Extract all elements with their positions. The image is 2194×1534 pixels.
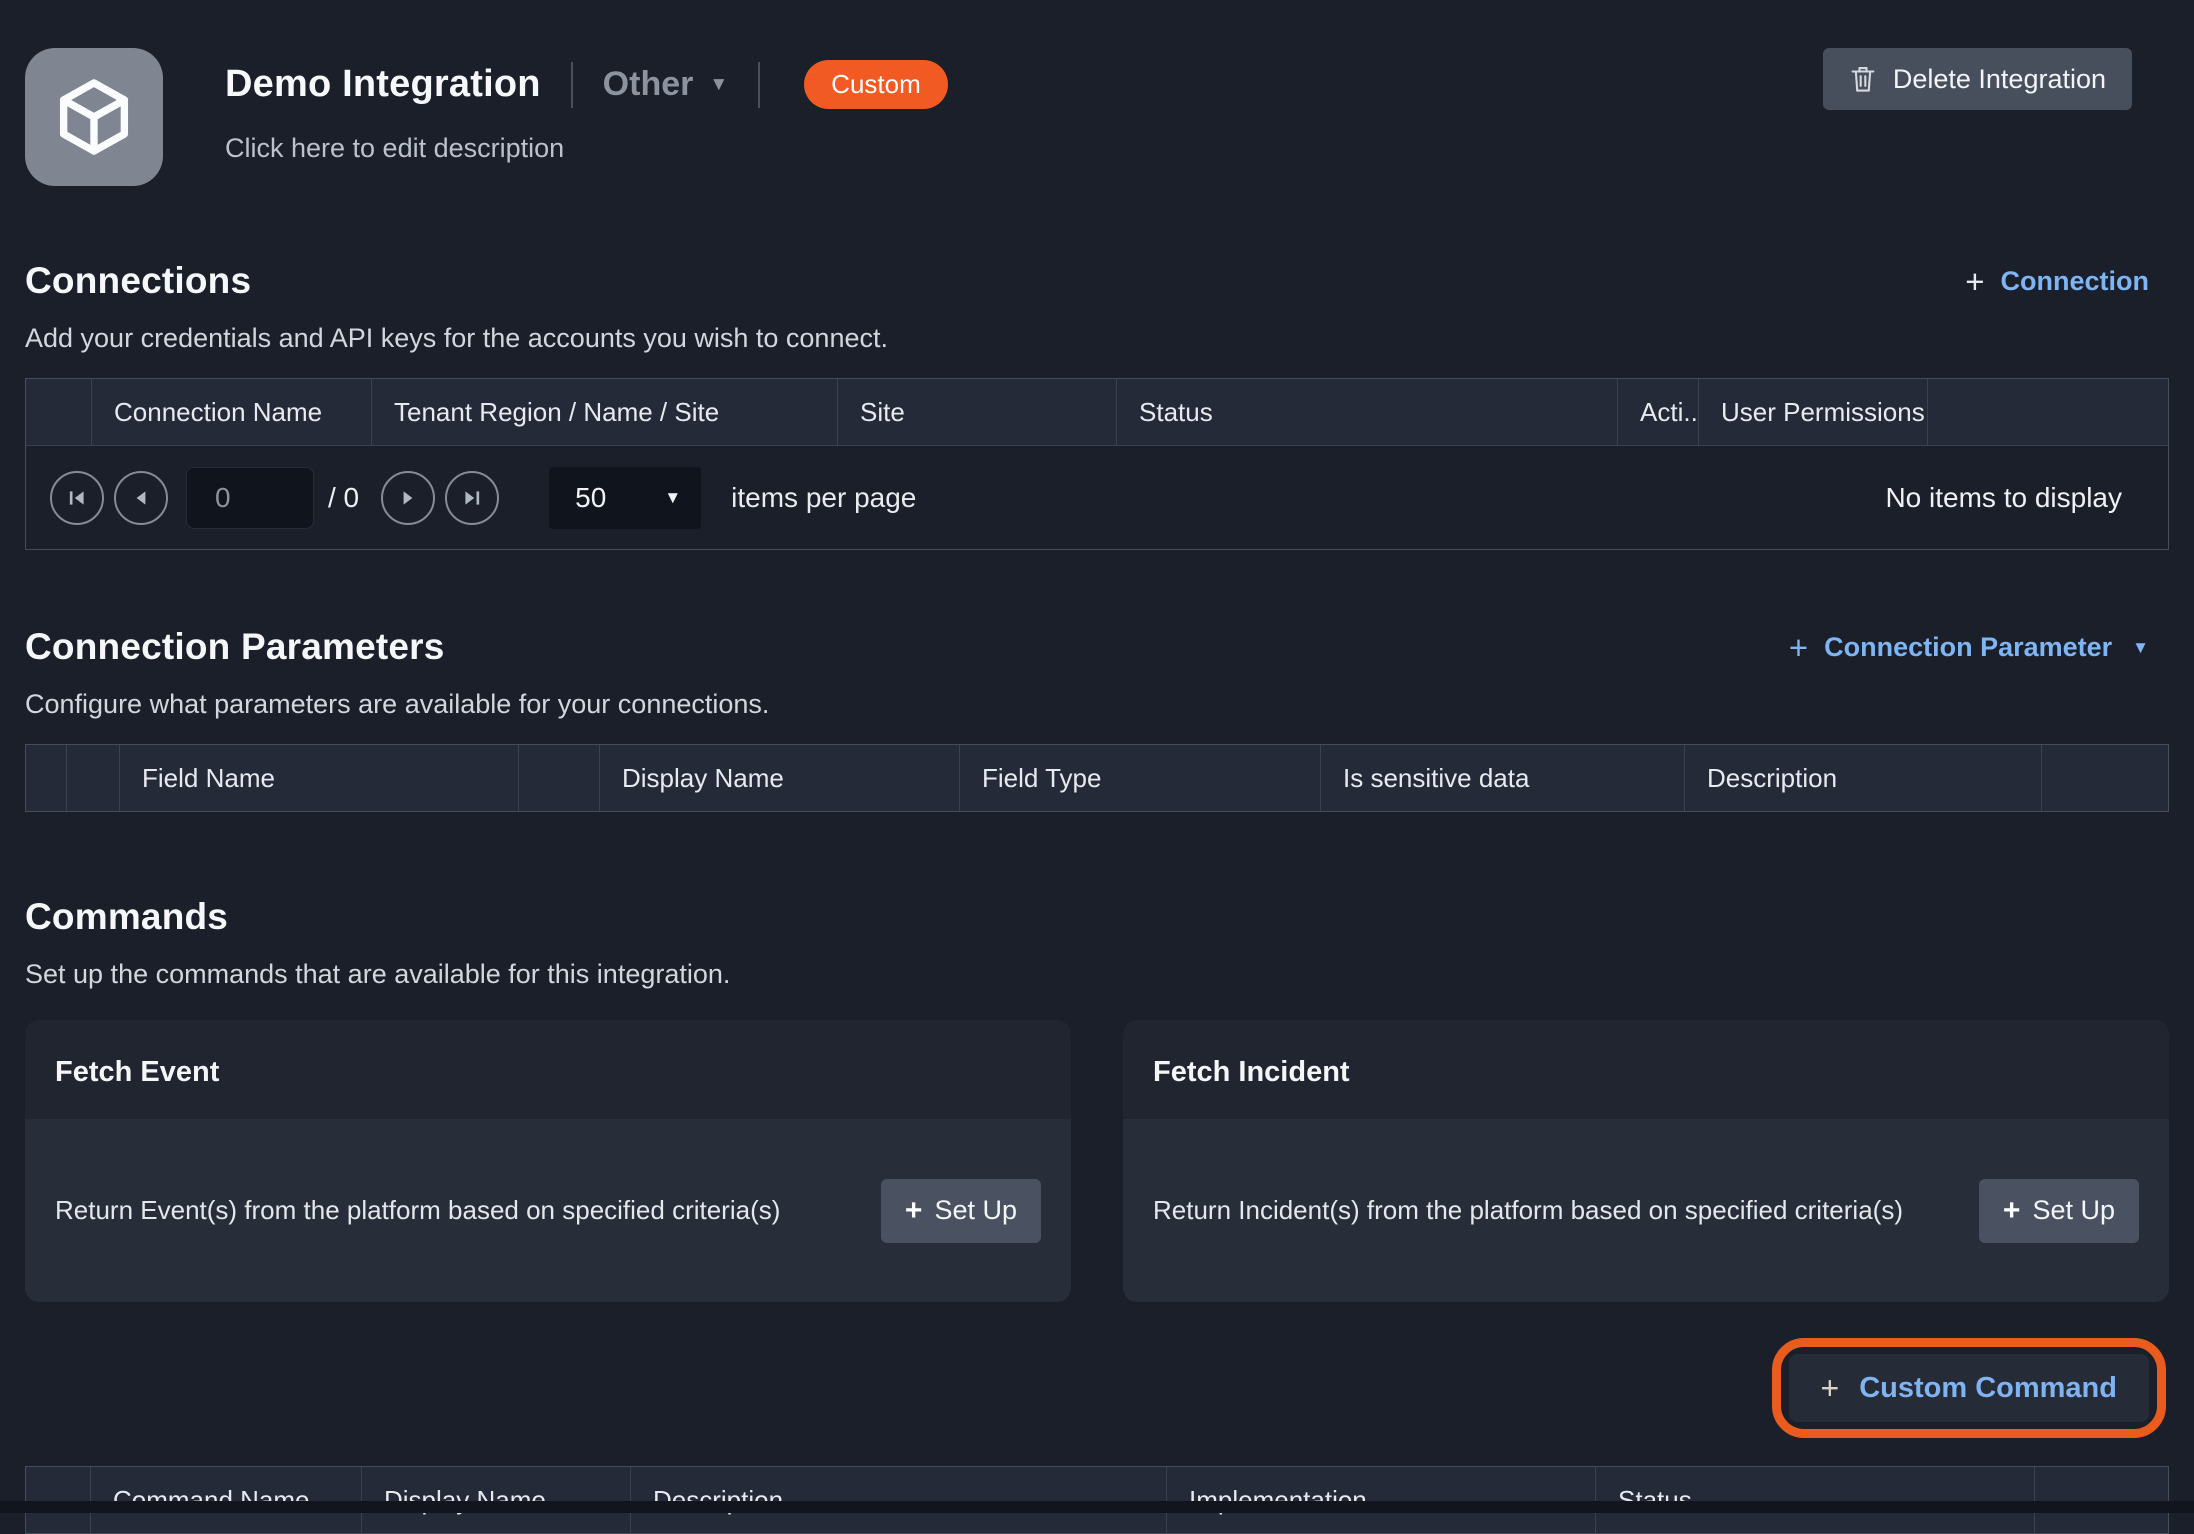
connection-parameters-table: Field Name Display Name Field Type Is se… xyxy=(25,744,2169,812)
custom-badge: Custom xyxy=(804,60,948,109)
connection-parameters-subtitle: Configure what parameters are available … xyxy=(25,689,2169,720)
fetch-event-title: Fetch Event xyxy=(55,1056,1041,1089)
delete-integration-label: Delete Integration xyxy=(1893,64,2106,95)
integration-logo xyxy=(25,48,163,186)
plus-icon: + xyxy=(1789,631,1808,664)
header-cell-display-name: Display Name xyxy=(600,745,960,811)
connections-subtitle: Add your credentials and API keys for th… xyxy=(25,323,2169,354)
header-cell-drag xyxy=(26,745,67,811)
page-size-select[interactable]: 50 ▼ xyxy=(549,467,701,529)
fetch-incident-description: Return Incident(s) from the platform bas… xyxy=(1153,1195,1955,1226)
setup-button-label: Set Up xyxy=(2032,1195,2115,1226)
first-page-button[interactable] xyxy=(50,471,104,525)
next-page-button[interactable] xyxy=(381,471,435,525)
category-dropdown[interactable]: Other ▼ xyxy=(603,65,729,104)
next-page-icon xyxy=(397,487,419,509)
header-cell-actions: Acti... xyxy=(1618,379,1699,445)
header-cell-status: Status xyxy=(1117,379,1618,445)
header-cell-field-type: Field Type xyxy=(960,745,1321,811)
delete-integration-button[interactable]: Delete Integration xyxy=(1823,48,2132,110)
add-connection-button[interactable]: + Connection xyxy=(1965,265,2149,298)
page-title: Demo Integration xyxy=(225,63,541,106)
setup-button-label: Set Up xyxy=(934,1195,1017,1226)
integration-settings-page: Demo Integration Other ▼ Custom Click he… xyxy=(0,0,2194,1500)
fetch-event-description: Return Event(s) from the platform based … xyxy=(55,1195,857,1226)
header-cell-empty xyxy=(1928,379,2168,445)
header-cell-description: Description xyxy=(1685,745,2042,811)
custom-command-button[interactable]: + Custom Command xyxy=(1789,1354,2149,1422)
commands-title: Commands xyxy=(25,896,228,938)
page-total-label: / 0 xyxy=(328,482,359,514)
header-cell-command-name: Command Name xyxy=(91,1467,362,1533)
add-connection-parameter-button[interactable]: + Connection Parameter ▼ xyxy=(1789,631,2149,664)
chevron-down-icon: ▼ xyxy=(664,488,681,508)
integration-header: Demo Integration Other ▼ Custom Click he… xyxy=(25,48,2169,186)
header-cell-status: Status xyxy=(1596,1467,2035,1533)
plus-icon: + xyxy=(1821,1372,1840,1404)
fetch-event-card: Fetch Event Return Event(s) from the pla… xyxy=(25,1020,1071,1302)
header-cell-tenant-region: Tenant Region / Name / Site xyxy=(372,379,838,445)
page-size-value: 50 xyxy=(575,482,606,514)
divider xyxy=(758,62,760,108)
empty-table-message: No items to display xyxy=(1885,482,2122,514)
header-cell-select xyxy=(67,745,120,811)
connections-table-header: Connection Name Tenant Region / Name / S… xyxy=(26,379,2168,445)
prev-page-icon xyxy=(130,487,152,509)
commands-table: Command Name Display Name Description Im… xyxy=(25,1466,2169,1534)
header-cell-sensitive-data: Is sensitive data xyxy=(1321,745,1685,811)
commands-section: Commands Set up the commands that are av… xyxy=(25,896,2169,1534)
header-cell-empty xyxy=(2042,745,2168,811)
connections-table: Connection Name Tenant Region / Name / S… xyxy=(25,378,2169,550)
header-cell-field-name: Field Name xyxy=(120,745,519,811)
table-body-edge xyxy=(0,1501,2194,1513)
edit-description-link[interactable]: Click here to edit description xyxy=(225,133,948,164)
header-cell-connection-name: Connection Name xyxy=(92,379,372,445)
fetch-event-setup-button[interactable]: + Set Up xyxy=(881,1179,1041,1243)
first-page-icon xyxy=(66,487,88,509)
trash-icon xyxy=(1849,64,1877,94)
header-cell-implementation: Implementation xyxy=(1167,1467,1596,1533)
cube-icon xyxy=(48,71,140,163)
fetch-incident-card: Fetch Incident Return Incident(s) from t… xyxy=(1123,1020,2169,1302)
connections-pagination: / 0 xyxy=(26,445,2168,549)
custom-command-label: Custom Command xyxy=(1859,1372,2117,1405)
fetch-incident-setup-button[interactable]: + Set Up xyxy=(1979,1179,2139,1243)
connection-parameters-title: Connection Parameters xyxy=(25,626,445,668)
divider xyxy=(571,62,573,108)
chevron-down-icon: ▼ xyxy=(2132,639,2149,656)
plus-icon: + xyxy=(2003,1196,2021,1226)
plus-icon: + xyxy=(1965,265,1984,298)
connection-parameters-table-header: Field Name Display Name Field Type Is se… xyxy=(26,745,2168,811)
header-cell-select xyxy=(26,1467,91,1533)
add-connection-label: Connection xyxy=(2001,266,2150,297)
last-page-button[interactable] xyxy=(445,471,499,525)
prev-page-button[interactable] xyxy=(114,471,168,525)
header-cell-empty xyxy=(519,745,600,811)
category-label: Other xyxy=(603,65,694,104)
add-connection-parameter-label: Connection Parameter xyxy=(1824,632,2112,663)
command-cards: Fetch Event Return Event(s) from the pla… xyxy=(25,1020,2169,1302)
header-cell-select xyxy=(26,379,92,445)
connections-title: Connections xyxy=(25,260,251,302)
connection-parameters-section: Connection Parameters + Connection Param… xyxy=(25,626,2169,812)
plus-icon: + xyxy=(905,1196,923,1226)
last-page-icon xyxy=(461,487,483,509)
header-cell-site: Site xyxy=(838,379,1117,445)
fetch-incident-title: Fetch Incident xyxy=(1153,1056,2139,1089)
items-per-page-label: items per page xyxy=(731,482,916,514)
commands-subtitle: Set up the commands that are available f… xyxy=(25,959,2169,990)
header-cell-user-permissions: User Permissions xyxy=(1699,379,1928,445)
header-cell-empty xyxy=(2035,1467,2168,1533)
header-cell-description: Description xyxy=(631,1467,1167,1533)
chevron-down-icon: ▼ xyxy=(709,75,728,94)
commands-table-header: Command Name Display Name Description Im… xyxy=(26,1467,2168,1533)
header-cell-display-name: Display Name xyxy=(362,1467,631,1533)
connections-section: Connections + Connection Add your creden… xyxy=(25,260,2169,550)
page-number-input[interactable] xyxy=(186,467,314,529)
